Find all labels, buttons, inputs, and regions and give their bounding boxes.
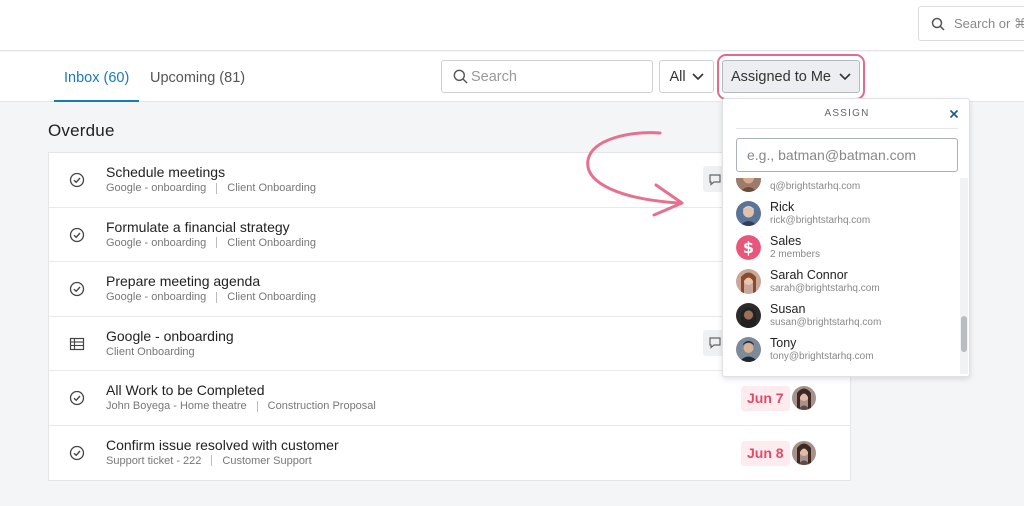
global-search-placeholder: Search or ⌘+K xyxy=(954,15,1024,31)
user-name: Susan xyxy=(770,302,806,316)
check-circle-icon[interactable] xyxy=(69,445,85,461)
user-avatar xyxy=(736,337,761,362)
task-project[interactable]: Support ticket - 222 xyxy=(106,455,201,467)
meta-divider xyxy=(256,400,258,412)
meta-divider xyxy=(211,455,213,466)
user-name: Rick xyxy=(770,200,795,214)
divider xyxy=(736,128,958,129)
check-circle-icon[interactable] xyxy=(69,227,85,243)
tab-inbox[interactable]: Inbox (60) xyxy=(53,52,140,102)
meta-divider xyxy=(216,182,218,194)
search-icon xyxy=(453,69,468,84)
assignee-email-placeholder: e.g., batman@batman.com xyxy=(747,147,917,163)
user-email: q@brightstarhq.com xyxy=(770,181,861,192)
check-circle-icon[interactable] xyxy=(69,281,85,297)
assignee-option[interactable]: Tony tony@brightstarhq.com xyxy=(736,333,956,367)
task-search-input[interactable]: Search xyxy=(441,60,653,93)
assignee-option[interactable]: Sarah Connor sarah@brightstarhq.com xyxy=(736,265,956,299)
assignee-option[interactable]: Susan susan@brightstarhq.com xyxy=(736,299,956,333)
assignee-option[interactable]: $ Sales 2 members xyxy=(736,231,956,265)
user-email: rick@brightstarhq.com xyxy=(770,215,871,226)
task-workflow[interactable]: Client Onboarding xyxy=(227,182,316,194)
close-icon[interactable] xyxy=(948,108,960,120)
meta-divider xyxy=(216,291,218,303)
user-email: susan@brightstarhq.com xyxy=(770,317,882,328)
task-workflow[interactable]: Construction Proposal xyxy=(268,400,376,412)
user-avatar xyxy=(736,303,761,328)
assignee-option[interactable]: q@brightstarhq.com xyxy=(736,178,956,197)
user-email: sarah@brightstarhq.com xyxy=(770,283,880,294)
filter-all-dropdown[interactable]: All xyxy=(659,60,714,93)
task-search-placeholder: Search xyxy=(471,68,517,85)
chevron-down-icon xyxy=(691,72,704,80)
task-workflow[interactable]: Client Onboarding xyxy=(227,291,316,303)
assignee-avatar[interactable] xyxy=(792,440,816,465)
task-row[interactable]: All Work to be Completed John Boyega - H… xyxy=(49,371,850,426)
assigned-to-me-dropdown[interactable]: Assigned to Me xyxy=(722,60,860,93)
task-project[interactable]: Google - onboarding xyxy=(106,182,206,194)
user-name: Sales xyxy=(770,234,802,248)
user-avatar xyxy=(736,178,761,192)
task-meta: Google - onboarding Client Onboarding xyxy=(106,291,316,303)
assign-dropdown-panel: ASSIGN e.g., batman@batman.com q@brights… xyxy=(722,98,970,377)
chevron-down-icon xyxy=(839,72,851,80)
task-project[interactable]: Google - onboarding xyxy=(106,291,206,303)
assignee-avatar[interactable] xyxy=(792,386,816,410)
task-meta: Google - onboarding Client Onboarding xyxy=(106,182,316,194)
dollar-icon: $ xyxy=(736,235,761,260)
assigned-to-me-label: Assigned to Me xyxy=(731,68,831,85)
user-avatar xyxy=(736,201,761,226)
task-title[interactable]: All Work to be Completed xyxy=(106,382,264,398)
scrollbar-thumb[interactable] xyxy=(961,316,967,352)
assign-panel-title: ASSIGN xyxy=(824,108,870,119)
task-title[interactable]: Confirm issue resolved with customer xyxy=(106,437,339,453)
task-meta: Google - onboarding Client Onboarding xyxy=(106,237,316,249)
task-meta: Client Onboarding xyxy=(106,346,195,358)
section-title-overdue: Overdue xyxy=(48,121,115,140)
user-members: 2 members xyxy=(770,249,821,260)
search-icon xyxy=(931,17,945,31)
user-name: Tony xyxy=(770,336,797,350)
task-project[interactable]: Google - onboarding xyxy=(106,237,206,249)
user-avatar xyxy=(736,269,761,294)
scrollbar[interactable] xyxy=(960,178,968,374)
task-title[interactable]: Google - onboarding xyxy=(106,328,234,344)
assignee-list: q@brightstarhq.com Rick rick@brightstarh… xyxy=(723,178,959,375)
due-date-badge[interactable]: Jun 7 xyxy=(741,386,790,411)
task-workflow[interactable]: Client Onboarding xyxy=(227,237,316,249)
assignee-option[interactable]: Rick rick@brightstarhq.com xyxy=(736,197,956,231)
tab-bar: Inbox (60) Upcoming (81) Search All Assi… xyxy=(0,52,1024,102)
user-name: Sarah Connor xyxy=(770,268,848,282)
task-meta: John Boyega - Home theatre Construction P… xyxy=(106,400,376,412)
global-search-input[interactable]: Search or ⌘+K xyxy=(918,6,1024,41)
filter-all-label: All xyxy=(669,68,686,85)
task-row[interactable]: Confirm issue resolved with customer Sup… xyxy=(49,426,850,481)
top-bar: Search or ⌘+K xyxy=(0,0,1024,51)
svg-text:$: $ xyxy=(743,238,754,257)
task-project[interactable]: John Boyega - Home theatre xyxy=(106,400,247,412)
table-icon xyxy=(69,337,85,350)
task-meta: Support ticket - 222 Customer Support xyxy=(106,455,312,467)
task-workflow[interactable]: Client Onboarding xyxy=(106,346,195,358)
meta-divider xyxy=(216,237,218,248)
tab-upcoming[interactable]: Upcoming (81) xyxy=(150,52,245,102)
task-title[interactable]: Schedule meetings xyxy=(106,164,225,180)
task-workflow[interactable]: Customer Support xyxy=(222,455,311,467)
annotation-arrow-icon xyxy=(586,131,684,217)
due-date-badge[interactable]: Jun 8 xyxy=(741,440,790,466)
assignee-email-input[interactable]: e.g., batman@batman.com xyxy=(736,138,958,172)
user-email: tony@brightstarhq.com xyxy=(770,351,874,362)
task-title[interactable]: Prepare meeting agenda xyxy=(106,273,260,289)
check-circle-icon[interactable] xyxy=(69,172,85,188)
task-title[interactable]: Formulate a financial strategy xyxy=(106,219,290,235)
check-circle-icon[interactable] xyxy=(69,390,85,406)
